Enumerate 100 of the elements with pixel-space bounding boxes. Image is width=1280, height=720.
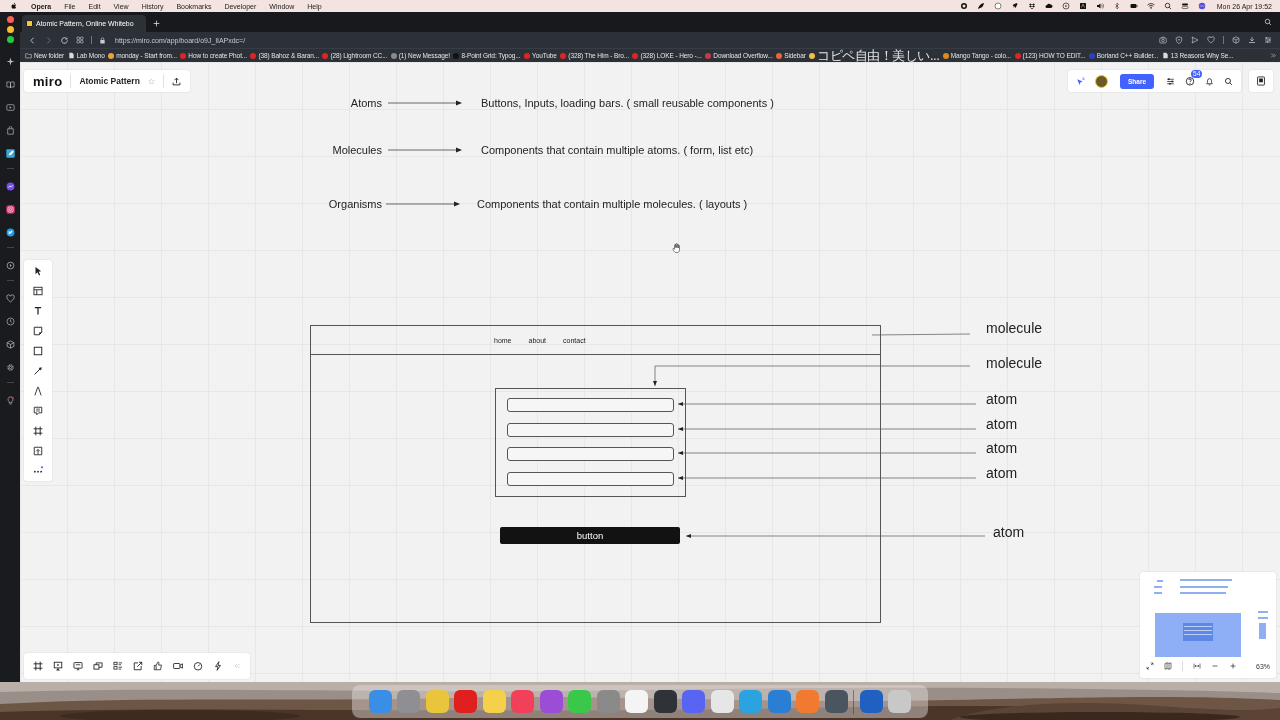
cube-icon[interactable] bbox=[1232, 36, 1240, 44]
battery-icon[interactable] bbox=[1129, 2, 1138, 10]
pointer-icon[interactable] bbox=[1076, 76, 1085, 86]
comment-icon[interactable] bbox=[33, 406, 43, 416]
box-icon[interactable] bbox=[1027, 2, 1036, 10]
shield-icon[interactable] bbox=[1175, 36, 1183, 44]
cloud-icon[interactable] bbox=[1044, 2, 1053, 10]
window-zoom-button[interactable] bbox=[6, 36, 14, 43]
record-icon[interactable] bbox=[959, 2, 968, 10]
app-icon[interactable] bbox=[625, 690, 649, 713]
rocket-icon[interactable] bbox=[5, 149, 15, 158]
search-icon[interactable] bbox=[1264, 18, 1272, 26]
gear-icon[interactable] bbox=[5, 363, 15, 372]
annotation-label: molecule bbox=[986, 355, 1043, 371]
play-icon[interactable] bbox=[5, 261, 15, 270]
zoom-in-icon[interactable] bbox=[1229, 662, 1237, 670]
reload-icon[interactable] bbox=[60, 35, 69, 45]
input-field[interactable] bbox=[507, 398, 674, 412]
input-field[interactable] bbox=[507, 422, 674, 437]
square-icon[interactable] bbox=[1078, 2, 1087, 10]
search-icon[interactable] bbox=[1163, 2, 1172, 10]
rectangle-icon[interactable] bbox=[33, 346, 43, 356]
expand-icon[interactable] bbox=[1146, 662, 1154, 670]
window-minimize-button[interactable] bbox=[6, 26, 14, 33]
speaker-icon[interactable] bbox=[1095, 2, 1104, 10]
text-tool-icon[interactable] bbox=[33, 306, 43, 316]
video-icon[interactable] bbox=[173, 661, 183, 671]
lock-icon bbox=[99, 36, 106, 44]
fit-width-icon[interactable] bbox=[1193, 662, 1201, 670]
wifi-icon[interactable] bbox=[1146, 2, 1155, 10]
download-icon[interactable] bbox=[1248, 36, 1256, 44]
bell-icon[interactable] bbox=[1205, 76, 1215, 86]
bird-icon[interactable] bbox=[5, 228, 15, 237]
annotation-label: atom bbox=[986, 416, 1018, 432]
help-icon[interactable] bbox=[1185, 76, 1196, 86]
screen-icon[interactable] bbox=[73, 661, 83, 671]
avatar[interactable] bbox=[1095, 74, 1108, 88]
hand-cursor-icon bbox=[672, 243, 682, 253]
orb-icon[interactable] bbox=[1197, 2, 1206, 10]
cube-icon[interactable] bbox=[5, 340, 15, 349]
circle-icon[interactable] bbox=[993, 2, 1002, 10]
list-icon[interactable] bbox=[113, 661, 123, 671]
share-out-icon[interactable] bbox=[133, 661, 143, 671]
sticky-note-icon[interactable] bbox=[33, 326, 43, 336]
new-tab-icon[interactable] bbox=[152, 19, 161, 28]
chat-icon[interactable] bbox=[5, 182, 15, 191]
frame-icon[interactable] bbox=[33, 426, 43, 436]
control-center-icon[interactable] bbox=[1180, 2, 1189, 10]
heart-icon[interactable] bbox=[1207, 36, 1215, 44]
upload-icon[interactable] bbox=[33, 446, 43, 456]
settings-icon[interactable] bbox=[1264, 36, 1272, 44]
heart-icon[interactable] bbox=[5, 294, 15, 303]
input-field[interactable] bbox=[507, 447, 674, 461]
bag-icon[interactable] bbox=[5, 126, 15, 135]
play-icon[interactable] bbox=[1061, 2, 1070, 10]
export-icon[interactable] bbox=[171, 76, 181, 86]
thumbs-up-icon[interactable] bbox=[153, 661, 163, 671]
more-bookmarks-icon[interactable] bbox=[1270, 52, 1277, 59]
map-icon[interactable] bbox=[1164, 662, 1172, 670]
arrow-icon[interactable] bbox=[33, 366, 43, 376]
cursor-icon[interactable] bbox=[33, 266, 43, 276]
annotation-label: molecule bbox=[986, 320, 1043, 336]
settings-icon[interactable] bbox=[1166, 76, 1176, 86]
description-text: Buttons, Inputs, loading bars. ( small reusable components ) bbox=[481, 97, 774, 109]
bookmark[interactable]: コピペ自由！美しい... bbox=[809, 49, 940, 62]
timer-icon[interactable] bbox=[193, 661, 203, 671]
book-icon[interactable] bbox=[5, 80, 15, 89]
annotation-label: atom bbox=[986, 440, 1018, 456]
template-icon[interactable] bbox=[33, 286, 43, 296]
document-icon[interactable] bbox=[1256, 76, 1266, 86]
leaf-icon[interactable] bbox=[976, 2, 985, 10]
bluetooth-icon[interactable] bbox=[1112, 2, 1121, 10]
sparkle-icon[interactable] bbox=[5, 57, 15, 66]
annotation-label: atom bbox=[993, 524, 1025, 540]
pen-icon[interactable] bbox=[33, 386, 43, 396]
camera-icon[interactable] bbox=[1159, 36, 1167, 44]
star-icon[interactable] bbox=[147, 77, 155, 85]
player-icon[interactable] bbox=[5, 103, 15, 112]
folder-icon bbox=[25, 52, 32, 59]
term-label: Molecules bbox=[331, 144, 382, 156]
apple-menu-icon[interactable] bbox=[10, 2, 18, 10]
input-field[interactable] bbox=[507, 471, 674, 486]
bulb-icon[interactable] bbox=[5, 396, 15, 405]
board-title[interactable]: Atomic Pattern bbox=[79, 76, 140, 86]
wireframe-button[interactable]: button bbox=[500, 527, 680, 544]
pin-icon[interactable] bbox=[1010, 2, 1019, 10]
clock-icon[interactable] bbox=[5, 317, 15, 326]
term-label: Atoms bbox=[349, 97, 382, 109]
lightning-icon[interactable] bbox=[213, 661, 223, 671]
presentation-icon[interactable] bbox=[53, 661, 63, 671]
send-icon[interactable] bbox=[1191, 36, 1199, 44]
camera-icon[interactable] bbox=[5, 205, 15, 214]
term-label: Organisms bbox=[327, 198, 382, 210]
back-icon[interactable] bbox=[28, 35, 37, 45]
search-icon[interactable] bbox=[1224, 76, 1234, 86]
cards-icon[interactable] bbox=[93, 661, 103, 671]
miro-logo[interactable]: miro bbox=[33, 73, 63, 89]
grid-icon[interactable] bbox=[76, 36, 84, 44]
frame-icon[interactable] bbox=[33, 661, 43, 671]
window-close-button[interactable] bbox=[6, 16, 14, 23]
